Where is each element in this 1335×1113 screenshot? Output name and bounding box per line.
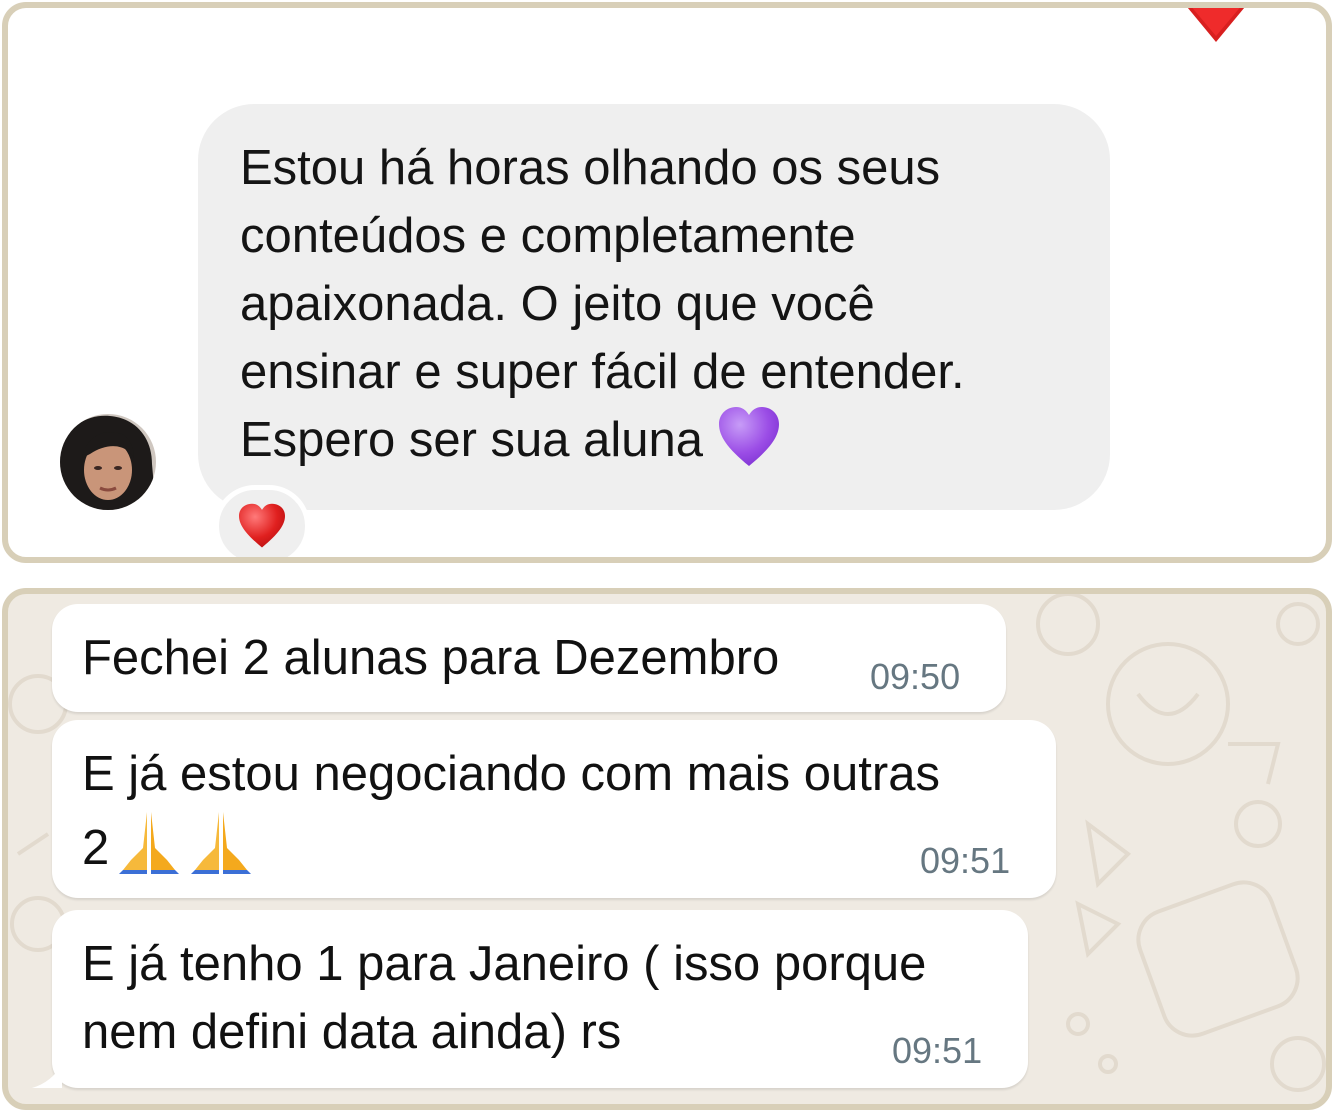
avatar[interactable] — [60, 414, 156, 510]
outgoing-message-bubble[interactable]: Fechei 2 alunas para Dezembro 09:50 — [52, 604, 1006, 712]
message-text: Estou há horas olhando os seus conteúdos… — [240, 141, 965, 467]
bubble-tail — [32, 1064, 62, 1088]
folded-hands-icon — [119, 812, 180, 874]
avatar-photo — [60, 414, 156, 510]
message-reaction[interactable] — [214, 485, 310, 557]
message-text: Fechei 2 alunas para Dezembro — [82, 631, 780, 685]
instagram-dm-panel: Estou há horas olhando os seus conteúdos… — [2, 2, 1332, 563]
outgoing-message-bubble[interactable]: E já tenho 1 para Janeiro ( isso porque … — [52, 910, 1028, 1088]
red-heart-icon — [239, 503, 285, 548]
message-text: E já estou negociando com mais outras 2 — [82, 747, 940, 875]
red-heart-icon — [1187, 8, 1245, 42]
purple-heart-icon — [719, 407, 780, 466]
message-time: 09:50 — [870, 656, 961, 697]
incoming-message-bubble[interactable]: Estou há horas olhando os seus conteúdos… — [198, 104, 1110, 510]
message-time: 09:51 — [920, 840, 1011, 881]
message-text: E já tenho 1 para Janeiro ( isso porque … — [82, 937, 927, 1059]
outgoing-message-bubble[interactable]: E já estou negociando com mais outras 2 … — [52, 720, 1056, 898]
folded-hands-icon — [191, 812, 252, 874]
message-time: 09:51 — [892, 1030, 983, 1071]
whatsapp-chat-panel: Fechei 2 alunas para Dezembro 09:50 E já… — [2, 588, 1332, 1110]
